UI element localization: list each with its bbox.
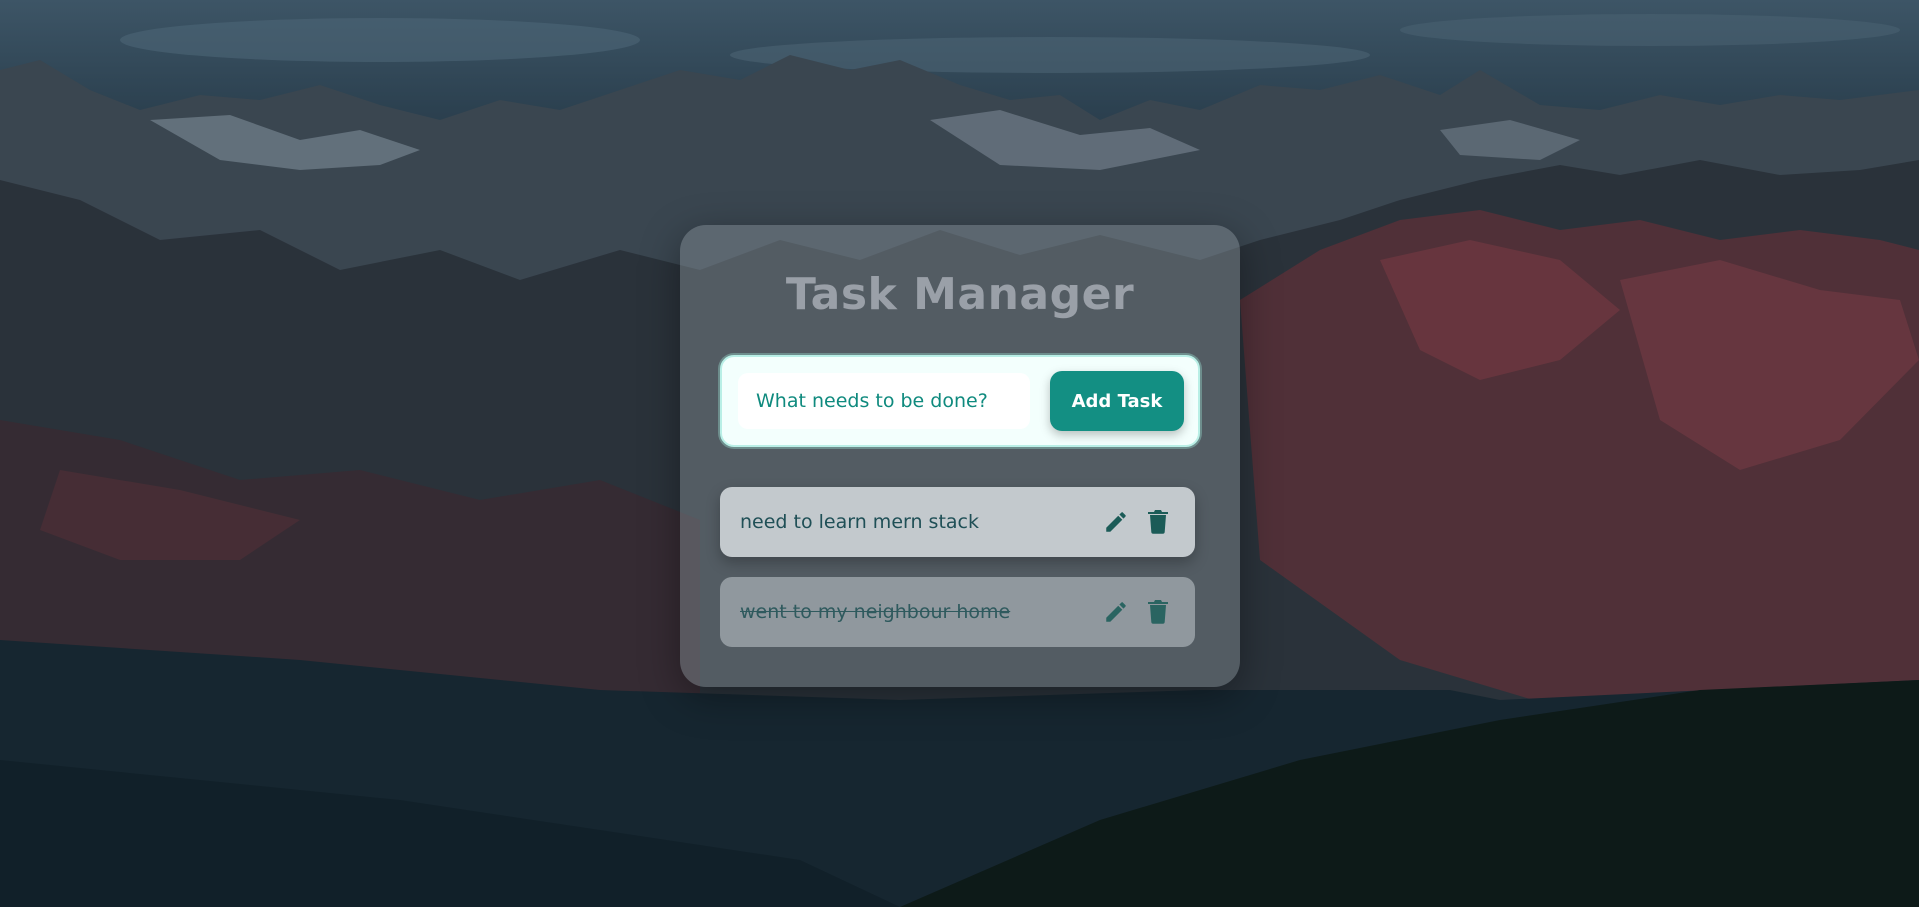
task-text[interactable]: went to my neighbour home [740,601,1091,623]
task-item: went to my neighbour home [720,577,1195,647]
task-item: need to learn mern stack [720,487,1195,557]
add-task-form: Add Task [720,355,1200,447]
pencil-icon[interactable] [1099,505,1133,539]
task-input[interactable] [738,373,1030,429]
task-text[interactable]: need to learn mern stack [740,511,1091,533]
task-manager-card: Task Manager Add Task need to learn mern… [680,225,1240,687]
trash-icon[interactable] [1141,505,1175,539]
page-title: Task Manager [785,269,1135,320]
pencil-icon[interactable] [1099,595,1133,629]
trash-icon[interactable] [1141,595,1175,629]
add-task-button[interactable]: Add Task [1050,371,1184,431]
